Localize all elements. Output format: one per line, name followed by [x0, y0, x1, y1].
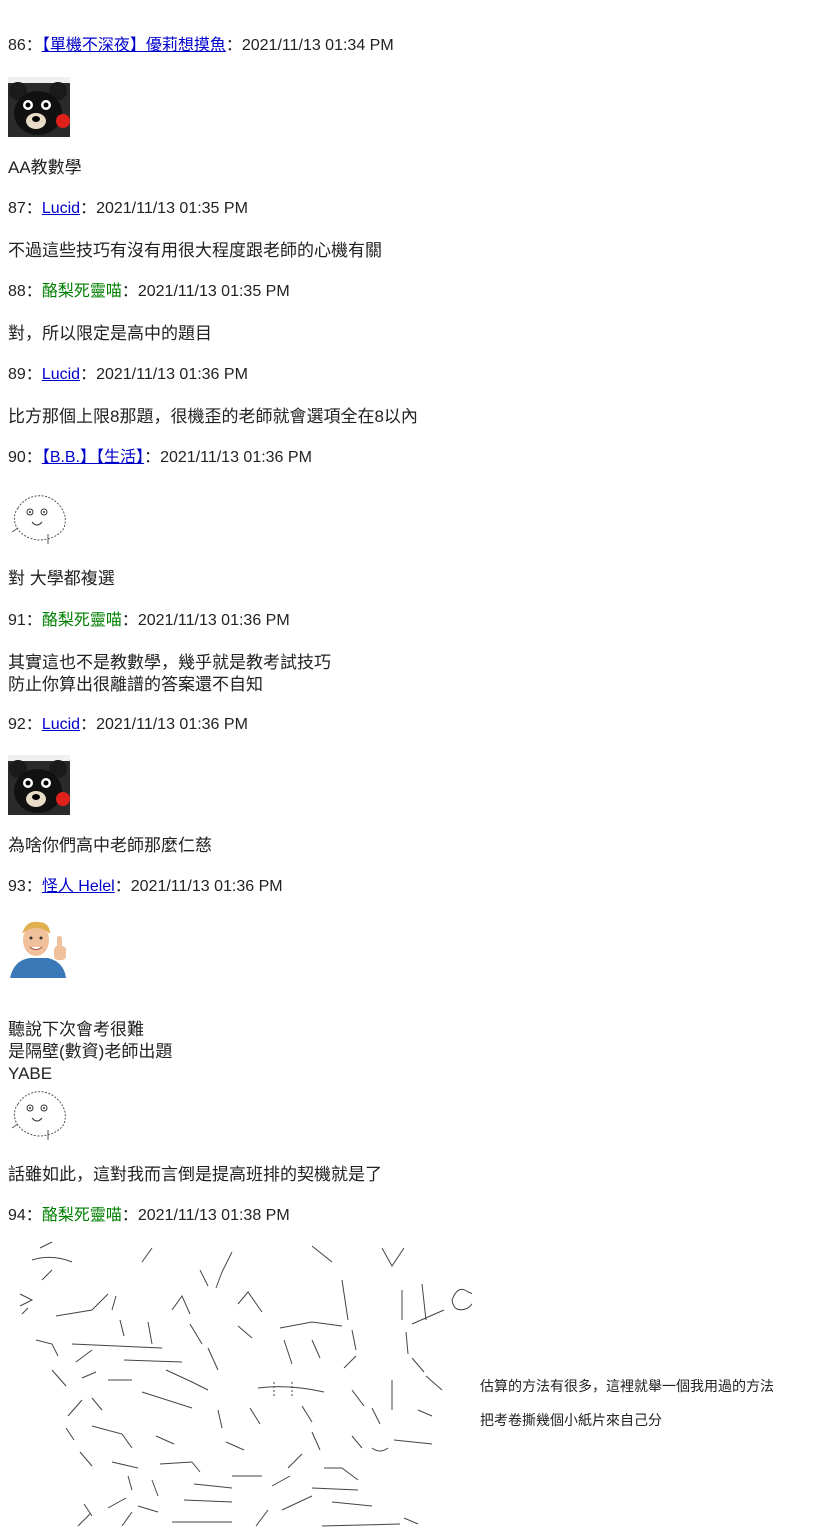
ascii-art-character: [12, 1240, 476, 1530]
aa-caption: 把考卷撕幾個小紙片來自己分: [480, 1412, 662, 1428]
poster-name-link[interactable]: 【單機不深夜】優莉想摸魚: [42, 37, 226, 54]
post-body: 對，所以限定是高中的題目: [8, 324, 212, 343]
post-body: YABE: [8, 1064, 53, 1083]
post-datetime: 2021/11/13 01:36 PM: [96, 366, 248, 383]
poster-name: 酪梨死靈喵: [41, 1207, 122, 1224]
poster-name: 酪梨死靈喵: [41, 612, 122, 629]
post-datetime: 2021/11/13 01:36 PM: [130, 878, 283, 895]
post-body: 聽說下次會考很難: [8, 1020, 144, 1039]
post-body: 是隔壁(數資)老師出題: [8, 1042, 173, 1061]
thumbs-up-man-image: [8, 916, 70, 983]
poster-name: 酪梨死靈喵: [41, 283, 122, 300]
post-body: 話雖如此，這對我而言倒是提高班排的契機就是了: [8, 1165, 382, 1184]
poster-name-link[interactable]: 【B.B.】【生活】: [42, 449, 144, 466]
post-header-89: 89：Lucid：2021/11/13 01:36 PM: [8, 366, 248, 383]
post-header-88: 88：酪梨死靈喵：2021/11/13 01:35 PM: [8, 283, 290, 300]
post-datetime: 2021/11/13 01:38 PM: [137, 1207, 290, 1224]
post-body: 比方那個上限8那題，很機歪的老師就會選項全在8以內: [8, 407, 418, 426]
post-header-87: 87：Lucid：2021/11/13 01:35 PM: [8, 200, 248, 217]
post-header-86: 86：【單機不深夜】優莉想摸魚：2021/11/13 01:34 PM: [8, 37, 394, 54]
post-datetime: 2021/11/13 01:36 PM: [137, 612, 290, 629]
post-body: 不過這些技巧有沒有用很大程度跟老師的心機有關: [8, 241, 382, 260]
poster-name-link[interactable]: Lucid: [42, 716, 80, 733]
poster-name-link[interactable]: 怪人 Helel: [42, 878, 115, 895]
poster-name-link[interactable]: Lucid: [42, 200, 80, 217]
bear-avatar-image: [8, 77, 70, 142]
doodle-face-image: [8, 1084, 70, 1149]
post-datetime: 2021/11/13 01:36 PM: [160, 449, 312, 466]
post-header-94: 94：酪梨死靈喵：2021/11/13 01:38 PM: [8, 1207, 290, 1224]
post-number: 86: [8, 37, 26, 54]
post-datetime: 2021/11/13 01:35 PM: [137, 283, 290, 300]
post-header-92: 92：Lucid：2021/11/13 01:36 PM: [8, 716, 248, 733]
post-body: 其實這也不是教數學，幾乎就是教考試技巧: [8, 653, 331, 672]
post-header-90: 90：【B.B.】【生活】：2021/11/13 01:36 PM: [8, 449, 312, 466]
post-datetime: 2021/11/13 01:36 PM: [96, 716, 248, 733]
post-header-93: 93：怪人 Helel：2021/11/13 01:36 PM: [8, 878, 283, 895]
post-body: 為啥你們高中老師那麼仁慈: [8, 836, 212, 855]
poster-name-link[interactable]: Lucid: [42, 366, 80, 383]
post-datetime: 2021/11/13 01:35 PM: [96, 200, 248, 217]
post-datetime: 2021/11/13 01:34 PM: [241, 37, 394, 54]
post-body: 防止你算出很離譜的答案還不自知: [8, 675, 263, 694]
post-body: AA教數學: [8, 158, 82, 177]
post-header-91: 91：酪梨死靈喵：2021/11/13 01:36 PM: [8, 612, 290, 629]
post-body: 對 大學都複選: [8, 569, 115, 588]
aa-caption: 估算的方法有很多，這裡就舉一個我用過的方法: [480, 1378, 774, 1394]
bear-avatar-image: [8, 755, 70, 820]
doodle-face-image: [8, 488, 70, 553]
